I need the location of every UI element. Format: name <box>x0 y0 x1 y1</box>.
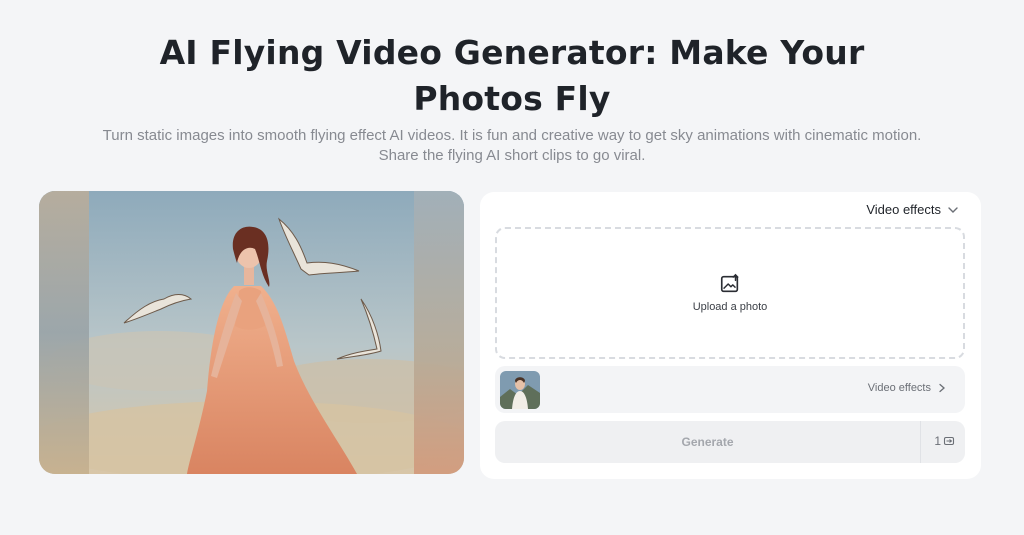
preview-image <box>39 191 464 474</box>
generate-bar: Generate 1 <box>495 421 965 463</box>
upload-label: Upload a photo <box>692 301 768 313</box>
credit-cost: 1 <box>934 434 955 448</box>
chevron-right-icon <box>939 383 945 393</box>
video-effects-select[interactable]: Video effects <box>866 202 959 217</box>
effect-thumbnail <box>500 371 540 409</box>
generate-button[interactable]: Generate <box>495 421 921 463</box>
video-effects-select-label: Video effects <box>866 202 941 217</box>
page-title: AI Flying Video Generator: Make Your Pho… <box>159 33 865 118</box>
credit-coin-icon <box>943 436 955 446</box>
video-effects-row-label: Video effects <box>867 382 931 394</box>
video-effects-link: Video effects <box>868 382 947 394</box>
upload-dropzone[interactable]: Upload a photo <box>495 227 965 359</box>
preview-illustration <box>39 191 464 474</box>
page: AI Flying Video Generator: Make Your Pho… <box>0 0 1024 535</box>
generator-panel: Video effects Upload a photo Video effec… <box>480 192 981 479</box>
chevron-down-icon <box>948 206 958 213</box>
video-effects-row[interactable]: Video effects <box>495 366 965 413</box>
image-upload-icon <box>720 273 739 293</box>
page-subtitle: Turn static images into smooth flying ef… <box>102 127 922 164</box>
credit-cost-value: 1 <box>934 434 941 448</box>
